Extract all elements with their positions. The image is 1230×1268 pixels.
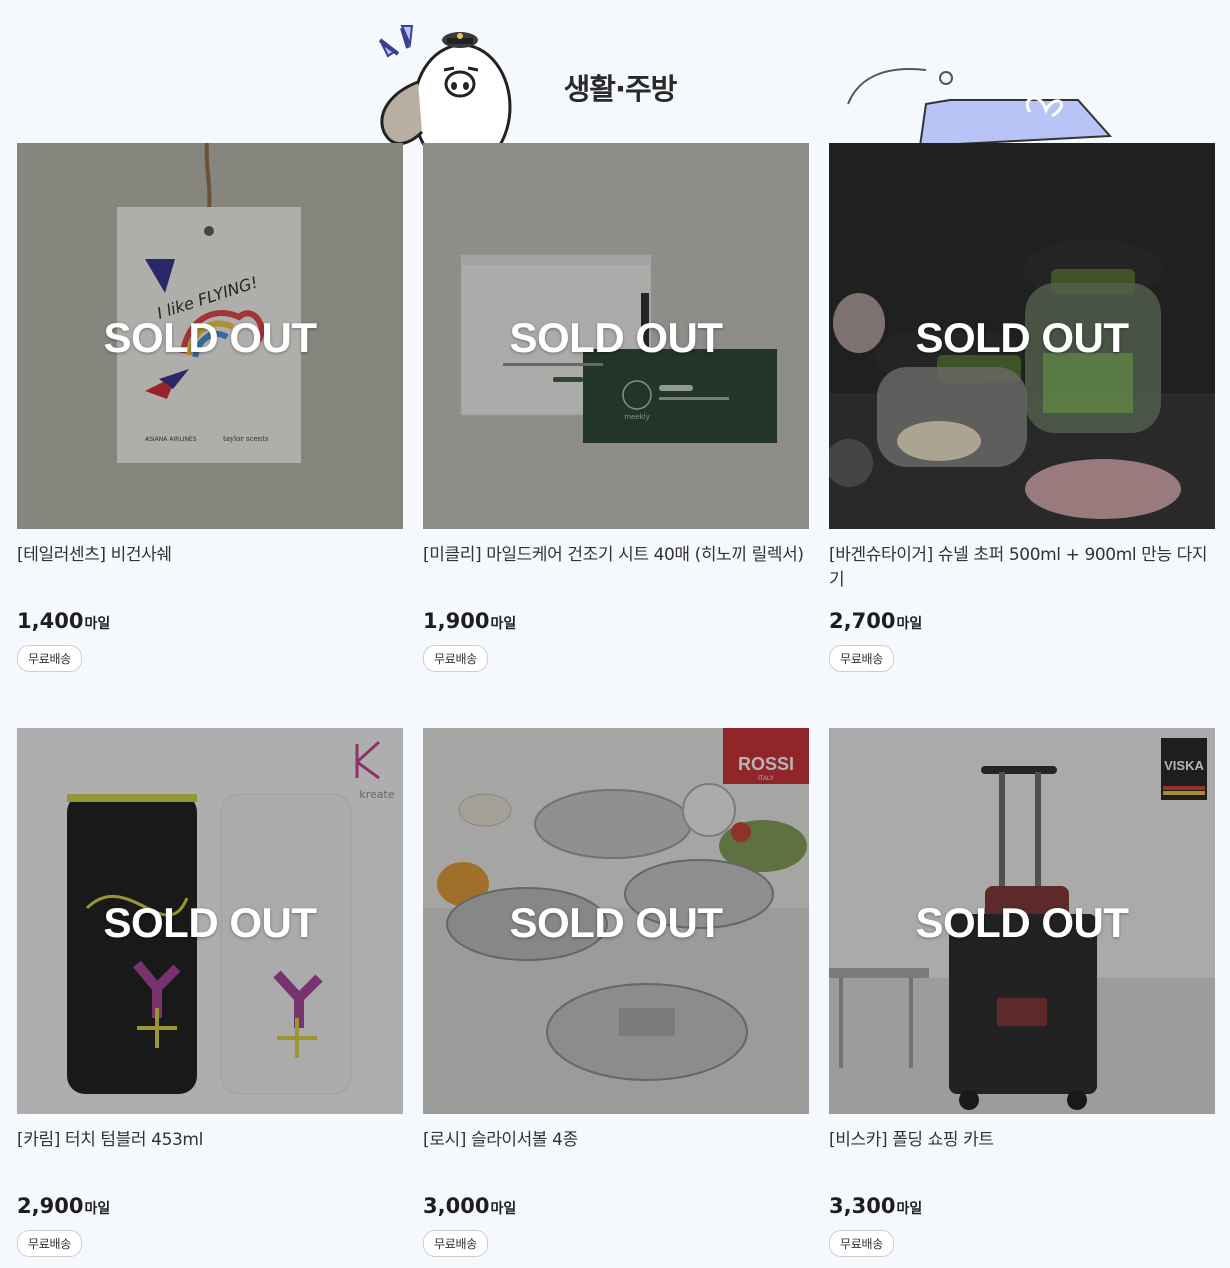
product-image[interactable]: I like FLYING! ASIANA AIRLINES taylor sc… [17, 143, 403, 529]
product-price: 2,900 마일 [17, 1194, 403, 1222]
product-card[interactable]: ROSSI ITALY SOLD OUT [로시] 슬라이서볼 4종 3,000… [423, 728, 809, 1257]
price-unit: 마일 [896, 1201, 923, 1217]
sold-out-label: SOLD OUT [509, 899, 724, 946]
product-name[interactable]: [카림] 터치 텀블러 453ml [17, 1128, 403, 1178]
free-shipping-badge: 무료배송 [17, 645, 82, 672]
free-shipping-badge: 무료배송 [17, 1230, 82, 1257]
gift-box-icon [847, 68, 1113, 146]
free-shipping-badge: 무료배송 [829, 645, 894, 672]
product-name[interactable]: [테일러센츠] 비건사쉐 [17, 543, 403, 593]
price-amount: 1,900 [423, 609, 490, 633]
sold-out-label: SOLD OUT [509, 314, 724, 361]
sold-out-label: SOLD OUT [103, 899, 318, 946]
section-title: 생활·주방 [563, 72, 678, 106]
product-image[interactable]: meekly SOLD OUT [423, 143, 809, 529]
product-name[interactable]: [미클리] 마일드케어 건조기 시트 40매 (히노끼 릴렉서) [423, 543, 809, 593]
price-amount: 3,300 [829, 1194, 896, 1218]
product-card[interactable]: VISKA SOLD OUT [비스카] 폴딩 쇼핑 카트 3,300 마일 무… [829, 728, 1215, 1257]
product-name[interactable]: [바겐슈타이거] 슈넬 초퍼 500ml + 900ml 만능 다지기 [829, 543, 1215, 593]
price-unit: 마일 [490, 1201, 517, 1217]
sold-out-label: SOLD OUT [915, 899, 1130, 946]
price-unit: 마일 [84, 1201, 111, 1217]
sold-out-label: SOLD OUT [915, 314, 1130, 361]
product-image[interactable]: kreate SOLD OUT [17, 728, 403, 1114]
product-price: 1,400 마일 [17, 609, 403, 637]
product-image[interactable]: ROSSI ITALY SOLD OUT [423, 728, 809, 1114]
price-amount: 3,000 [423, 1194, 490, 1218]
product-row: I like FLYING! ASIANA AIRLINES taylor sc… [17, 143, 1215, 672]
price-unit: 마일 [490, 616, 517, 632]
product-section: 생활·주방 I like FLYING! ASIANA AIRLINES tay… [0, 0, 1230, 1268]
price-amount: 2,700 [829, 609, 896, 633]
free-shipping-badge: 무료배송 [829, 1230, 894, 1257]
product-card[interactable]: meekly SOLD OUT [미클리] 마일드케어 건조기 시트 40매 (… [423, 143, 809, 672]
free-shipping-badge: 무료배송 [423, 1230, 488, 1257]
price-unit: 마일 [896, 616, 923, 632]
product-price: 3,000 마일 [423, 1194, 809, 1222]
product-row: kreate SOLD OUT [카림] 터치 텀블러 453ml 2,900 … [17, 728, 1215, 1257]
price-amount: 1,400 [17, 609, 84, 633]
free-shipping-badge: 무료배송 [423, 645, 488, 672]
product-card[interactable]: kreate SOLD OUT [카림] 터치 텀블러 453ml 2,900 … [17, 728, 403, 1257]
product-grid: I like FLYING! ASIANA AIRLINES taylor sc… [17, 143, 1215, 1257]
product-image[interactable]: VISKA SOLD OUT [829, 728, 1215, 1114]
product-name[interactable]: [로시] 슬라이서볼 4종 [423, 1128, 809, 1178]
price-amount: 2,900 [17, 1194, 84, 1218]
product-price: 2,700 마일 [829, 609, 1215, 637]
product-image[interactable]: SOLD OUT [829, 143, 1215, 529]
sold-out-label: SOLD OUT [103, 314, 318, 361]
product-card[interactable]: SOLD OUT [바겐슈타이거] 슈넬 초퍼 500ml + 900ml 만능… [829, 143, 1215, 672]
price-unit: 마일 [84, 616, 111, 632]
product-price: 1,900 마일 [423, 609, 809, 637]
product-name[interactable]: [비스카] 폴딩 쇼핑 카트 [829, 1128, 1215, 1178]
product-card[interactable]: I like FLYING! ASIANA AIRLINES taylor sc… [17, 143, 403, 672]
product-price: 3,300 마일 [829, 1194, 1215, 1222]
